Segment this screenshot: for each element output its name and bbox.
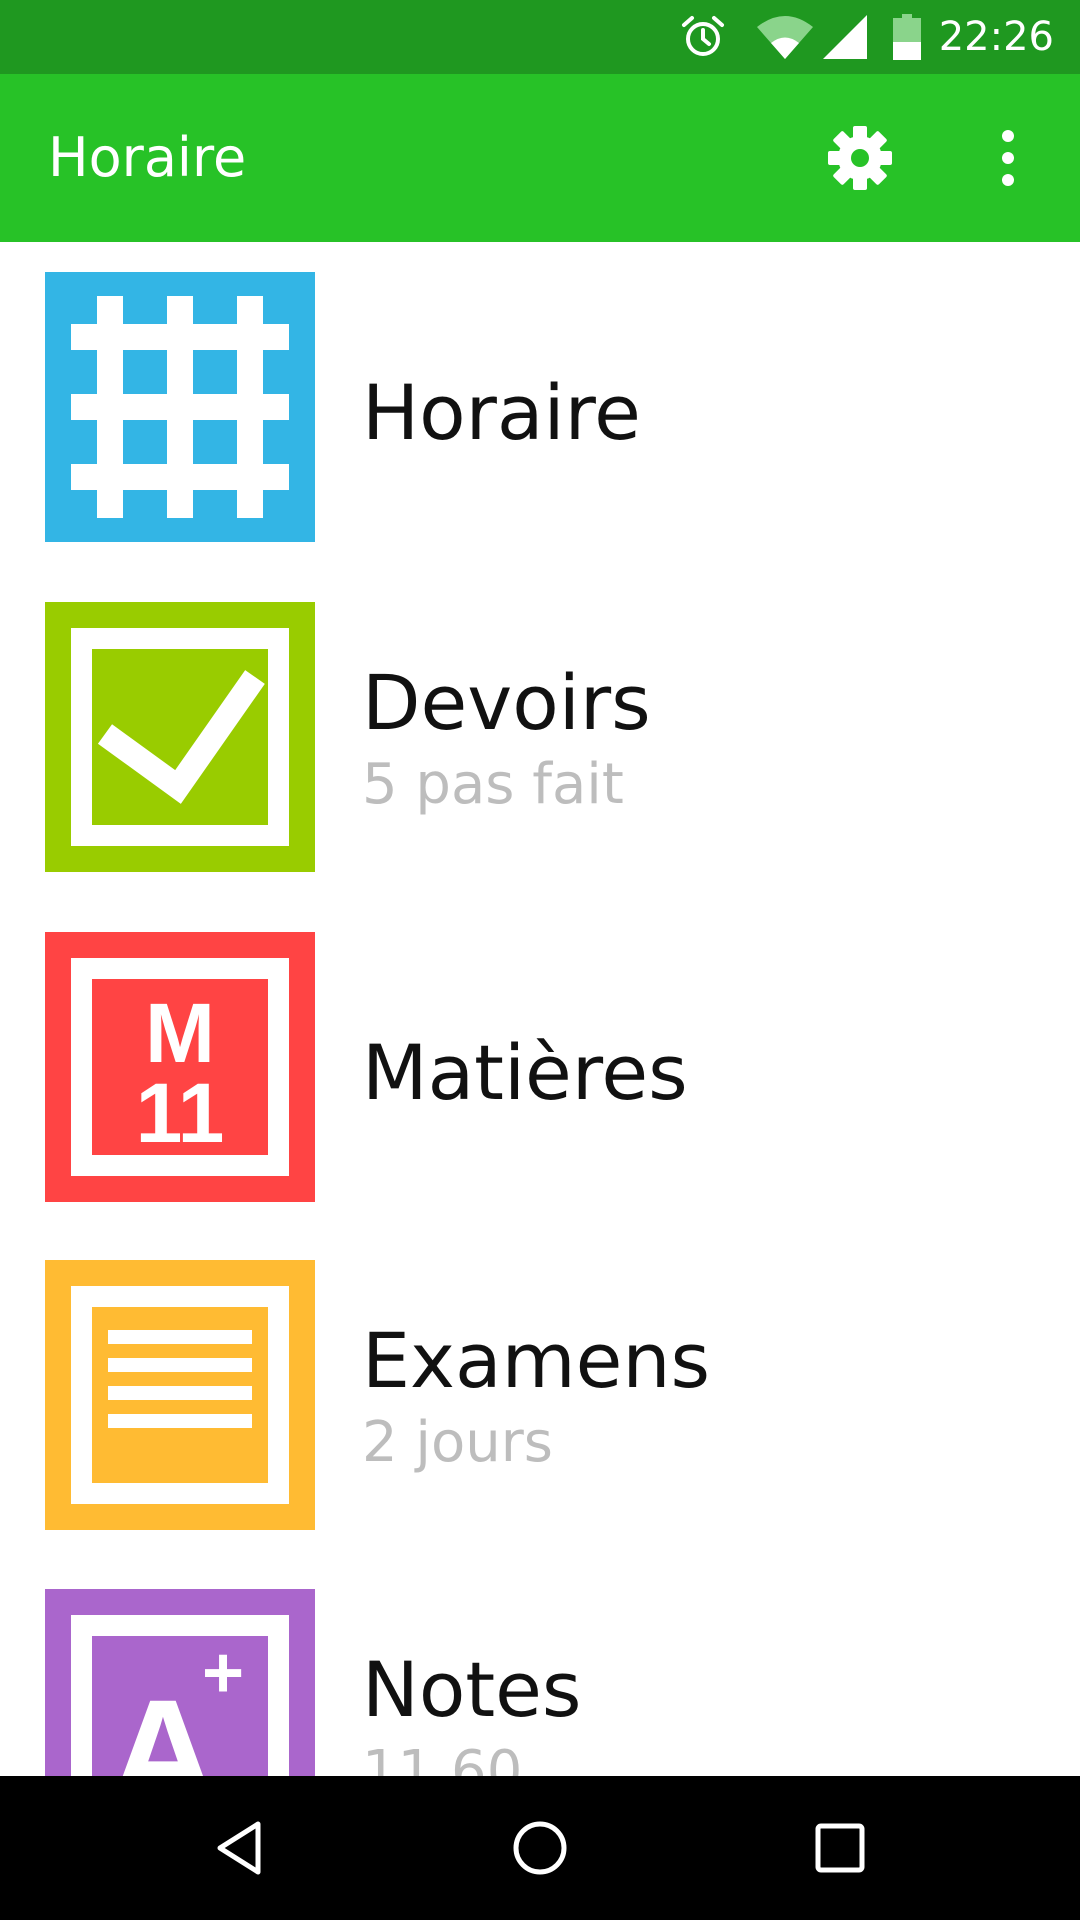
icon-number: 11 bbox=[136, 1066, 225, 1160]
app-title: Horaire bbox=[48, 126, 247, 189]
grid-icon bbox=[45, 272, 315, 542]
main-menu-list: Horaire Devoirs 5 pas fait M 11 Matières bbox=[0, 242, 1080, 1776]
menu-item-horaire[interactable]: Horaire bbox=[0, 272, 1080, 572]
more-vert-icon[interactable] bbox=[982, 122, 1034, 194]
menu-item-label: Horaire bbox=[362, 368, 641, 457]
navigation-bar bbox=[0, 1776, 1080, 1920]
menu-item-label: Notes bbox=[362, 1645, 582, 1734]
menu-item-subtitle: 5 pas fait bbox=[362, 752, 624, 817]
subject-m11-icon: M 11 bbox=[45, 932, 315, 1202]
menu-item-notes[interactable]: A + Notes 11.60 bbox=[0, 1589, 1080, 1776]
grade-a-plus-icon: A + bbox=[45, 1589, 315, 1776]
menu-item-label: Matières bbox=[362, 1028, 688, 1117]
menu-item-label: Devoirs bbox=[362, 658, 651, 747]
back-icon[interactable] bbox=[210, 1818, 270, 1878]
signal-icon bbox=[822, 15, 867, 59]
icon-plus: + bbox=[202, 1633, 244, 1713]
gear-icon[interactable] bbox=[824, 122, 896, 194]
menu-item-subtitle: 2 jours bbox=[362, 1410, 553, 1475]
icon-letter: A bbox=[109, 1668, 217, 1776]
menu-item-devoirs[interactable]: Devoirs 5 pas fait bbox=[0, 602, 1080, 902]
menu-item-subtitle: 11.60 bbox=[362, 1739, 523, 1776]
home-icon[interactable] bbox=[510, 1818, 570, 1878]
wifi-icon bbox=[756, 16, 813, 59]
menu-item-matieres[interactable]: M 11 Matières bbox=[0, 932, 1080, 1232]
battery-icon bbox=[892, 14, 921, 60]
status-bar: 22:26 bbox=[0, 0, 1080, 74]
checkbox-icon bbox=[45, 602, 315, 872]
document-lines-icon bbox=[45, 1260, 315, 1530]
menu-item-examens[interactable]: Examens 2 jours bbox=[0, 1260, 1080, 1560]
clock: 22:26 bbox=[938, 14, 1054, 60]
app-bar: Horaire bbox=[0, 74, 1080, 242]
recents-icon[interactable] bbox=[810, 1818, 870, 1878]
alarm-icon bbox=[681, 16, 724, 56]
menu-item-label: Examens bbox=[362, 1316, 711, 1405]
